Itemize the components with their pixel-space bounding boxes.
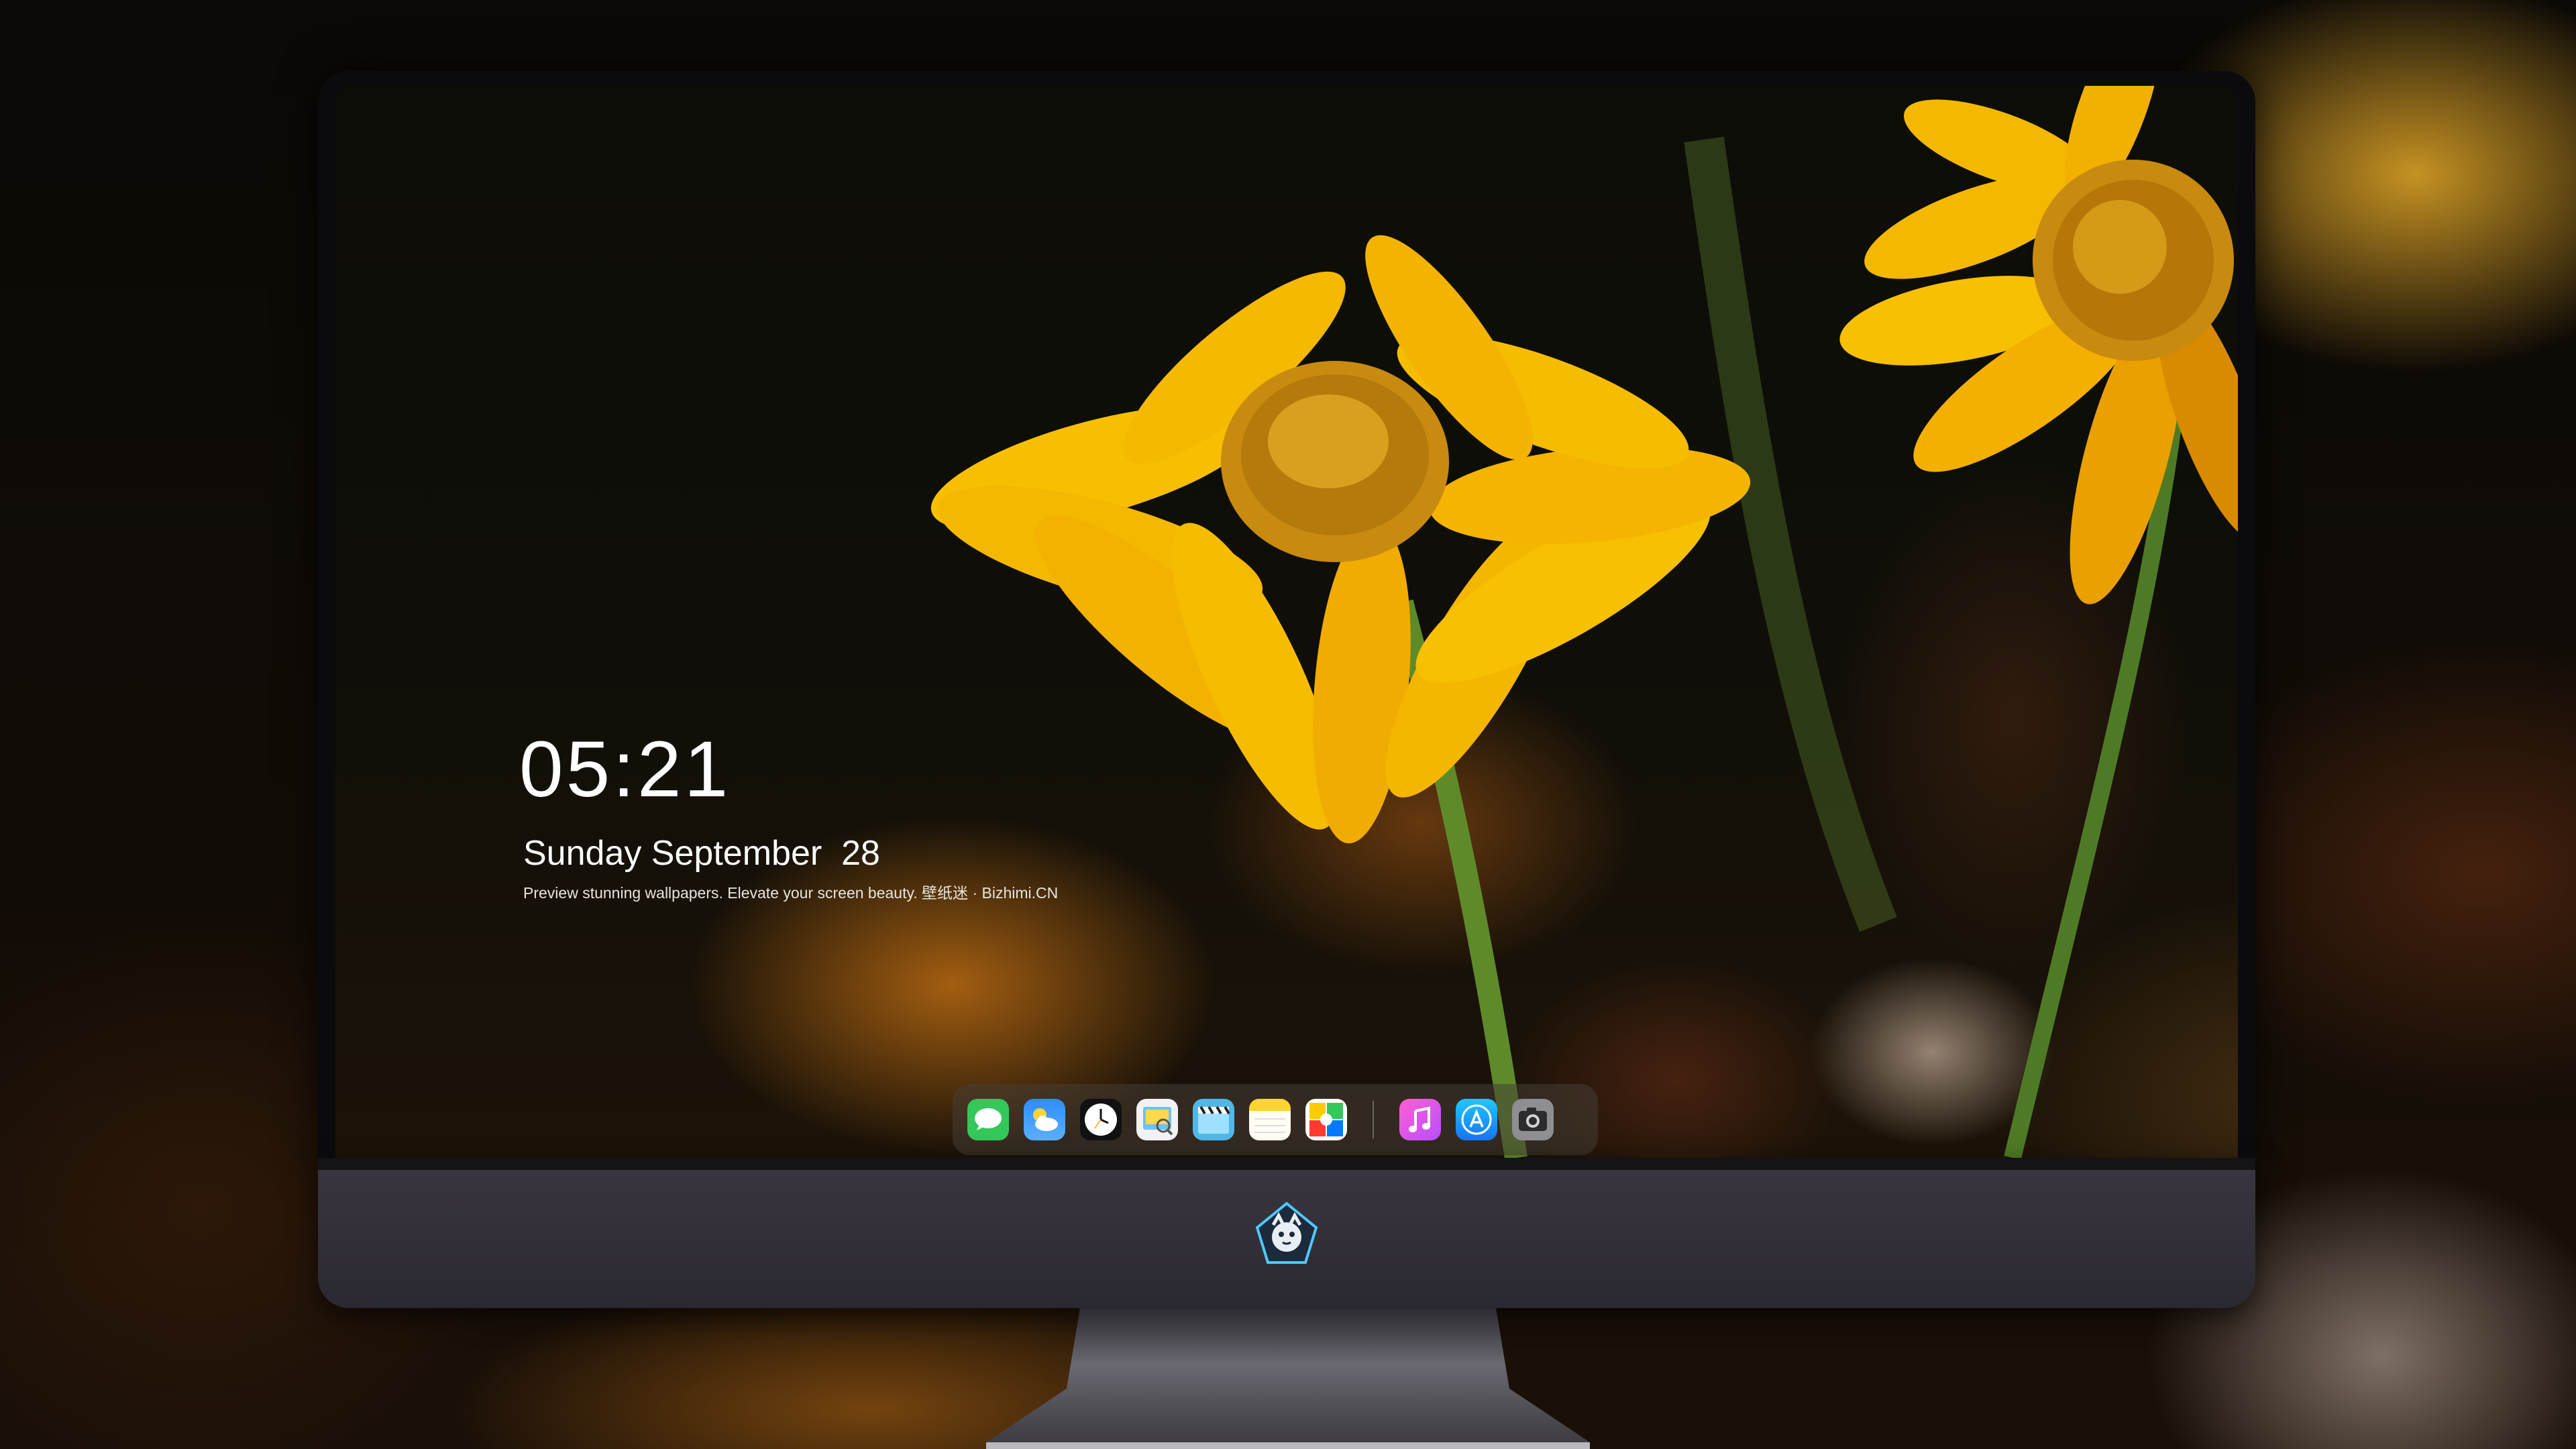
desktop-screen: 05:21 Sunday September 28 Preview stunni…: [335, 86, 2238, 1158]
camera-icon[interactable]: [1512, 1099, 1554, 1140]
messages-icon[interactable]: [967, 1099, 1009, 1140]
imac-monitor: 05:21 Sunday September 28 Preview stunni…: [318, 71, 2255, 1308]
monitor-bezel: 05:21 Sunday September 28 Preview stunni…: [318, 71, 2255, 1171]
music-icon[interactable]: [1399, 1099, 1441, 1140]
lock-tagline: Preview stunning wallpapers. Elevate you…: [523, 884, 1059, 902]
brand-logo-icon: [1255, 1201, 1318, 1264]
photo-booth-icon[interactable]: [1305, 1099, 1347, 1140]
flower-wallpaper: [930, 86, 2238, 1158]
weather-icon[interactable]: [1024, 1099, 1065, 1140]
lock-date: Sunday September 28: [523, 834, 880, 873]
chin-divider: [318, 1158, 2255, 1170]
dock-separator: [1373, 1101, 1374, 1138]
monitor-stand: [986, 1308, 1590, 1449]
clips-icon[interactable]: [1193, 1099, 1234, 1140]
background-scene: 05:21 Sunday September 28 Preview stunni…: [0, 0, 2576, 1449]
clock-icon[interactable]: [1080, 1099, 1122, 1140]
notes-icon[interactable]: [1249, 1099, 1291, 1140]
lock-clock: 05:21: [519, 725, 731, 814]
app-store-icon[interactable]: [1456, 1099, 1497, 1140]
dock: [953, 1084, 1598, 1155]
preview-icon[interactable]: [1136, 1099, 1178, 1140]
